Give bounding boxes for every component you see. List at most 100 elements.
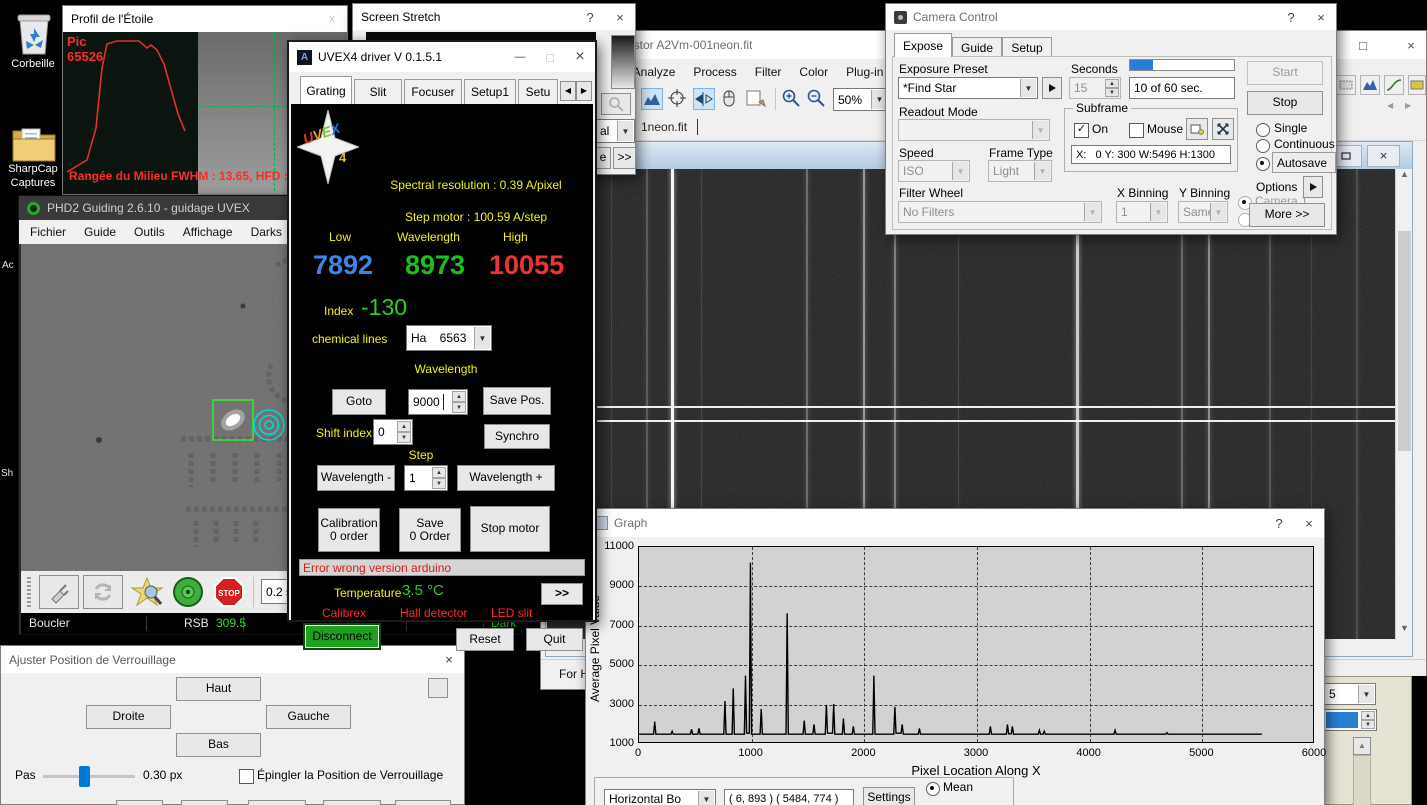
start-button[interactable]: Start [1247, 61, 1323, 85]
screen-stretch-titlebar[interactable]: Screen Stretch ? × [353, 4, 635, 30]
pin-lock-checkbox[interactable] [239, 769, 254, 784]
close-icon[interactable]: × [1396, 31, 1426, 59]
toolbar-grip[interactable] [27, 577, 31, 607]
histogram-tool-icon[interactable] [641, 88, 663, 110]
quit-button[interactable]: Quit [526, 628, 583, 651]
single-radio[interactable] [1256, 123, 1270, 137]
menu-darks[interactable]: Darks [242, 220, 291, 244]
stop-button[interactable]: Stop [1247, 91, 1323, 115]
spinner-arrows[interactable]: ▲▼ [432, 467, 446, 489]
tab-guide[interactable]: Guide [952, 37, 1002, 57]
chevron-down-icon[interactable]: ▼ [698, 791, 714, 805]
subframe-coords-field[interactable]: X: 0 Y: 300 W:5496 H:1300 [1071, 145, 1231, 164]
menu-affichage[interactable]: Affichage [174, 220, 242, 244]
scroll-left-icon[interactable]: ◀ [1387, 101, 1393, 110]
right-button[interactable]: Droite [86, 705, 171, 729]
menu-guide[interactable]: Guide [75, 220, 125, 244]
step-size-spinner[interactable]: 1 ▲▼ [404, 465, 448, 491]
graph-mode-combo[interactable]: Horizontal Bo ▼ [604, 789, 716, 805]
synchro-button[interactable]: Synchro [484, 424, 550, 449]
close-icon[interactable]: x [317, 6, 347, 32]
mouse-tool-icon[interactable] [719, 88, 741, 110]
subframe-mouse-checkbox[interactable] [1129, 123, 1144, 138]
loop-exposure-icon[interactable] [83, 575, 123, 609]
help-icon[interactable]: ? [575, 4, 605, 30]
vertical-scrollbar[interactable]: ▲ ▼ [1395, 169, 1412, 640]
close-icon[interactable]: × [1306, 4, 1336, 30]
crosshair-tool-icon[interactable] [667, 88, 689, 110]
tab-scroll-right-icon[interactable]: ▶ [576, 81, 592, 101]
chemical-lines-combo[interactable]: Ha 6563 ▼ [406, 325, 492, 351]
speed-combo[interactable]: ISO ▼ [898, 160, 970, 182]
tab-scroll-left-icon[interactable]: ◀ [560, 81, 576, 101]
autosave-button[interactable]: Autosave [1272, 152, 1336, 173]
wavelength-plus-button[interactable]: Wavelength + [457, 465, 555, 491]
autosave-radio[interactable] [1256, 157, 1270, 171]
spinner-arrows[interactable]: ▲▼ [452, 391, 466, 413]
screen-stretch-tool-icon[interactable] [745, 88, 769, 110]
close-icon[interactable]: × [1367, 145, 1400, 167]
maximize-icon[interactable]: □ [1348, 31, 1378, 59]
clipped-button[interactable] [323, 800, 381, 805]
clipped-button[interactable] [248, 800, 306, 805]
spinner-arrows[interactable]: ▲▼ [1105, 79, 1119, 97]
continuous-radio[interactable] [1256, 139, 1270, 153]
x-binning-combo[interactable]: 1 ▼ [1116, 201, 1168, 223]
chevron-down-icon[interactable]: ▼ [1358, 685, 1374, 703]
subframe-on-checkbox[interactable]: ✓ [1074, 123, 1089, 138]
exposure-preset-combo[interactable]: *Find Star ▼ [898, 77, 1038, 99]
filename-tab[interactable]: 1neon.fit [641, 120, 687, 134]
wavelength-minus-button[interactable]: Wavelength - [317, 465, 395, 491]
disconnect-button[interactable]: Disconnect [303, 623, 381, 650]
clipped-button[interactable] [181, 800, 228, 805]
close-icon[interactable]: × [605, 4, 635, 30]
stop-motor-button[interactable]: Stop motor [470, 506, 550, 552]
reset-button[interactable]: Reset [456, 628, 514, 651]
tab-expose[interactable]: Expose [894, 33, 952, 57]
tab-setup[interactable]: Setup [1002, 37, 1052, 57]
tab-slit[interactable]: Slit [354, 79, 402, 104]
adjust-titlebar[interactable]: Ajuster Position de Verrouillage × [1, 646, 464, 673]
clipped-button[interactable] [395, 800, 451, 805]
tab-setup2[interactable]: Setu [518, 79, 558, 104]
save-0order-button[interactable]: Save0 Order [399, 508, 461, 552]
preset-play-button[interactable] [1042, 77, 1062, 99]
auto-select-star-icon[interactable] [129, 576, 165, 608]
menu-color[interactable]: Color [790, 59, 837, 85]
side-panel-spinner[interactable]: ▲▼ [1323, 709, 1377, 731]
zoom-out-icon[interactable] [806, 88, 828, 110]
uvex-expand-button[interactable]: >> [541, 583, 583, 605]
close-icon[interactable]: × [565, 42, 595, 72]
down-button[interactable]: Bas [176, 733, 261, 757]
scrollbar-thumb[interactable] [1398, 231, 1411, 451]
calibration-0order-button[interactable]: Calibration0 order [318, 508, 380, 552]
side-panel-combo[interactable]: 5 ▼ [1324, 683, 1376, 705]
help-icon[interactable]: ? [1264, 509, 1294, 537]
small-square-button[interactable] [428, 678, 448, 698]
clipped-button[interactable] [116, 800, 163, 805]
tab-grating[interactable]: Grating [300, 76, 352, 104]
chevron-down-icon[interactable]: ▼ [1020, 79, 1036, 97]
side-panel-scrollbar[interactable] [1353, 755, 1371, 805]
y-binning-combo[interactable]: Same ▼ [1178, 201, 1228, 223]
zoom-in-icon[interactable] [781, 88, 803, 110]
uvex-titlebar[interactable]: A UVEX4 driver V 0.1.5.1 — □ × [289, 42, 595, 72]
up-button[interactable]: Haut [176, 677, 261, 701]
goto-button[interactable]: Goto [332, 389, 386, 415]
graph-titlebar[interactable]: Graph ? × [586, 509, 1324, 537]
stop-icon[interactable]: STOP [211, 576, 247, 608]
readout-mode-combo[interactable]: ▼ [898, 119, 1050, 141]
recycle-bin-icon[interactable] [12, 8, 56, 56]
menu-filter[interactable]: Filter [746, 59, 791, 85]
dither-icon[interactable] [1336, 75, 1356, 95]
stretch-more-button[interactable]: >> [613, 147, 636, 169]
stretch-partial-button[interactable]: e [595, 147, 611, 169]
colormap-icon[interactable] [1408, 75, 1426, 95]
menu-outils[interactable]: Outils [125, 220, 174, 244]
connect-equipment-icon[interactable] [39, 575, 79, 609]
chevron-down-icon[interactable]: ▼ [617, 121, 633, 141]
sharpcap-folder-icon[interactable] [10, 124, 58, 164]
settings-button[interactable]: Settings [863, 787, 915, 805]
histogram-mini-icon[interactable] [1360, 75, 1380, 95]
stretch-zoom-icon[interactable] [601, 93, 631, 115]
